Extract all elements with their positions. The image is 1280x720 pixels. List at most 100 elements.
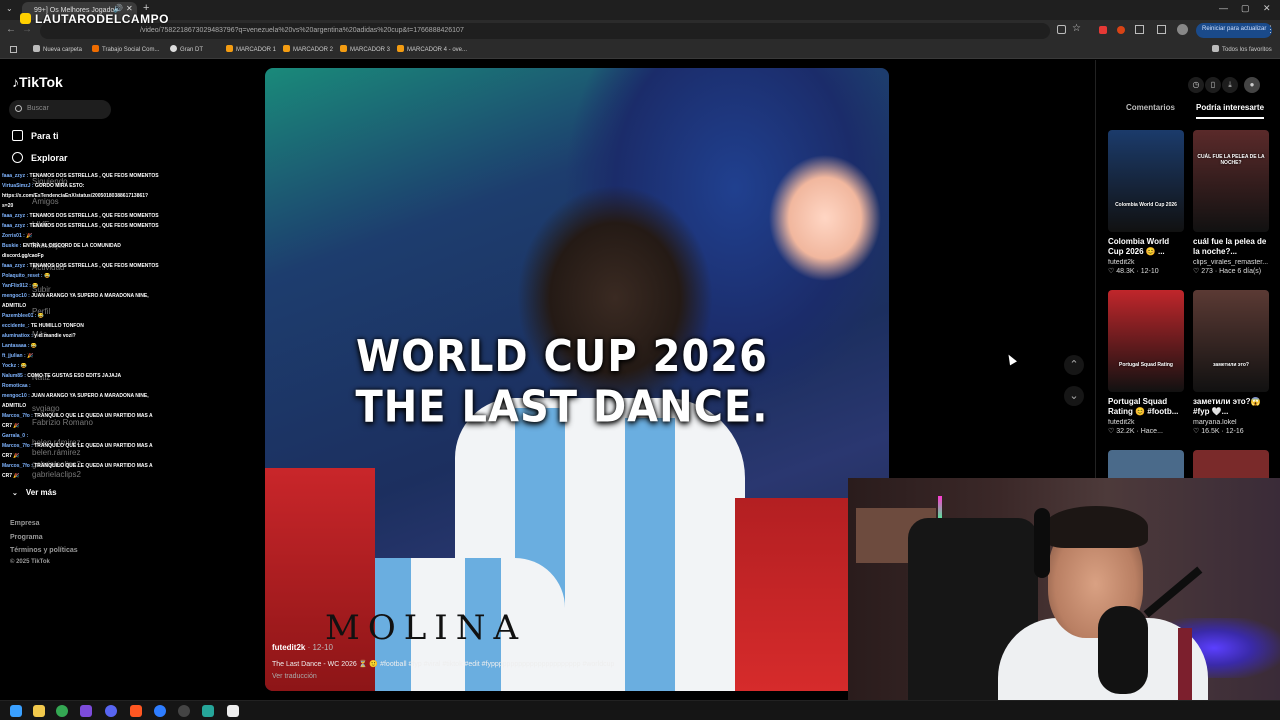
see-more-button[interactable]: ⌄ Ver más [12, 488, 57, 497]
next-video-button[interactable]: ⌄ [1064, 386, 1084, 406]
chat-username: Marcos_7fo : [2, 443, 33, 449]
overlay-line: WORLD CUP 2026 [356, 331, 768, 382]
nav-for-you[interactable]: Para ti [12, 130, 59, 141]
phone-icon[interactable]: ▯ [1205, 77, 1221, 93]
video-thumbnail-partial[interactable] [1193, 450, 1269, 480]
home-icon [12, 130, 23, 141]
files-icon[interactable] [33, 705, 45, 717]
video-author[interactable]: futedit2k · 12-10 [272, 643, 872, 652]
chat-text: ADMITILO [2, 303, 27, 309]
footer-terms[interactable]: Términos y políticas [10, 547, 78, 554]
chat-message: faaa_zzyz : TENAMOS DOS ESTRELLAS , QUE … [2, 173, 167, 180]
tiktok-sidebar: ♪TikTok Buscar Para ti Explorar Siguiend… [0, 60, 245, 700]
video-thumbnail[interactable]: заметили это? [1193, 290, 1269, 392]
minimize-icon[interactable]: — [1219, 3, 1228, 13]
previous-video-button[interactable]: ⌃ [1064, 355, 1084, 375]
bookmark-label: MARCADOR 2 [293, 47, 334, 53]
bookmark-item[interactable]: Nueva carpeta [33, 45, 82, 53]
chat-text: 😂 [30, 343, 38, 349]
tiktok-logo[interactable]: ♪TikTok [12, 74, 63, 90]
back-icon[interactable]: ← [6, 24, 16, 35]
translate-link[interactable]: Ver traducción [272, 673, 872, 680]
app-icon[interactable] [80, 705, 92, 717]
app-icon[interactable] [130, 705, 142, 717]
obs-icon[interactable] [178, 705, 190, 717]
chrome-menu-icon[interactable]: ⌄ [6, 4, 13, 13]
bookmark-item[interactable]: MARCADOR 2 [283, 45, 333, 53]
footer-company[interactable]: Empresa [10, 520, 40, 527]
chat-username: Yockz : [2, 363, 20, 369]
bookmark-item[interactable]: MARCADOR 3 [340, 45, 390, 53]
update-button[interactable]: Reiniciar para actualizar [1196, 23, 1273, 38]
chat-username: aluminatiox : [2, 333, 33, 339]
browser-menu-icon[interactable]: ⋮ [1266, 24, 1275, 35]
shirt-stripe [1178, 628, 1192, 702]
card-author[interactable]: futedit2k [1108, 259, 1184, 266]
chat-message: ft_jjulian : 🎉 [2, 353, 167, 360]
start-icon[interactable] [10, 705, 22, 717]
url-field[interactable]: /video/7582218673029483796?q=venezuela%2… [40, 23, 1050, 39]
card-title[interactable]: cuál fue la pelea de la noche?... [1193, 237, 1269, 257]
card-title[interactable]: Portugal Squad Rating 😊 #footb... [1108, 397, 1184, 417]
video-thumbnail-partial[interactable] [1108, 450, 1184, 480]
chat-username: Buskie : [2, 243, 22, 249]
recommended-video-card[interactable]: заметили это? заметили это?😱 #fyp 🤍... mar… [1193, 290, 1269, 435]
chat-text: y el mandie vozi? [34, 333, 76, 339]
profile-icon[interactable]: ● [1244, 77, 1260, 93]
tiktok-note-icon: ♪ [12, 74, 19, 90]
settings-icon[interactable]: ◷ [1188, 77, 1204, 93]
all-favorites[interactable]: Todos los favoritos [1212, 45, 1272, 53]
download-icon[interactable]: ⤓ [1222, 77, 1238, 93]
recommended-video-card[interactable]: CUÁL FUE LA PELEA DE LA NOCHE? cuál fue l… [1193, 130, 1269, 275]
chat-text: 😂 [20, 363, 27, 369]
maximize-icon[interactable]: ▢ [1241, 3, 1250, 14]
video-player[interactable]: MOLINA WORLD CUP 2026 THE LAST DANCE. fu… [265, 68, 889, 691]
install-app-icon[interactable] [1057, 25, 1066, 34]
nav-label: Para ti [31, 131, 59, 141]
chat-text: ADMITILO [2, 403, 27, 409]
card-title[interactable]: Colombia World Cup 2026 😊 ... [1108, 237, 1184, 257]
card-author[interactable]: clips_virales_remaster... [1193, 259, 1269, 266]
video-thumbnail[interactable]: Colombia World Cup 2026 [1108, 130, 1184, 232]
card-author[interactable]: futedit2k [1108, 419, 1184, 426]
recommended-video-card[interactable]: Colombia World Cup 2026 Colombia World Cu… [1108, 130, 1184, 275]
chat-username: mengoc10 : [2, 393, 30, 399]
chrome-icon[interactable] [56, 705, 68, 717]
bookmark-item[interactable]: MARCADOR 4 - ove... [397, 45, 467, 53]
tab-recommended[interactable]: Podría interesarte [1196, 103, 1265, 119]
app-icon[interactable] [154, 705, 166, 717]
chat-text: 🎉 [27, 353, 34, 359]
chat-message: Lantasaaa : 😂 [2, 343, 167, 350]
extension-red-icon[interactable] [1099, 26, 1107, 34]
app-icon[interactable] [227, 705, 239, 717]
card-stats: ♡ 32.2K · Hace... [1108, 428, 1163, 435]
nav-explore[interactable]: Explorar [12, 152, 68, 163]
chat-message: Garrala_0 : [2, 433, 167, 440]
chat-message: Marcos_7fo : TRANQUILO QUE LE QUEDA UN P… [2, 443, 167, 450]
apps-icon[interactable] [10, 46, 17, 53]
discord-icon[interactable] [105, 705, 117, 717]
bookmark-item[interactable]: Trabajo Social Com... [92, 45, 159, 53]
bookmark-item[interactable]: MARCADOR 1 [226, 45, 276, 53]
video-thumbnail[interactable]: CUÁL FUE LA PELEA DE LA NOCHE? [1193, 130, 1269, 232]
app-icon[interactable] [202, 705, 214, 717]
search-input[interactable]: Buscar [9, 100, 111, 119]
profile-avatar[interactable] [1177, 24, 1188, 35]
url-text: /video/7582218673029483796?q=venezuela%2… [140, 27, 464, 34]
bookmark-star-icon[interactable]: ☆ [1072, 23, 1081, 34]
card-author[interactable]: maryana.lokel [1193, 419, 1269, 426]
footer-program[interactable]: Programa [10, 534, 43, 541]
footer-copyright: © 2025 TikTok [10, 559, 50, 565]
window-close-icon[interactable]: ✕ [1263, 3, 1271, 14]
video-thumbnail[interactable]: Portugal Squad Rating [1108, 290, 1184, 392]
card-title[interactable]: заметили это?😱 #fyp 🤍... [1193, 397, 1269, 417]
chat-message: s=20 [2, 203, 167, 210]
extension-red2-icon[interactable] [1117, 26, 1125, 34]
tab-comments[interactable]: Comentarios [1126, 103, 1175, 112]
chat-text: JUAN ARANGO YA SUPERO A MARADONA NINE, [31, 293, 149, 299]
bookmark-label: MARCADOR 3 [350, 47, 391, 53]
sidepanel-icon[interactable] [1157, 25, 1166, 34]
recommended-video-card[interactable]: Portugal Squad Rating Portugal Squad Rati… [1108, 290, 1184, 435]
bookmark-item[interactable]: Gran DT [170, 45, 203, 53]
extensions-puzzle-icon[interactable] [1135, 25, 1144, 34]
